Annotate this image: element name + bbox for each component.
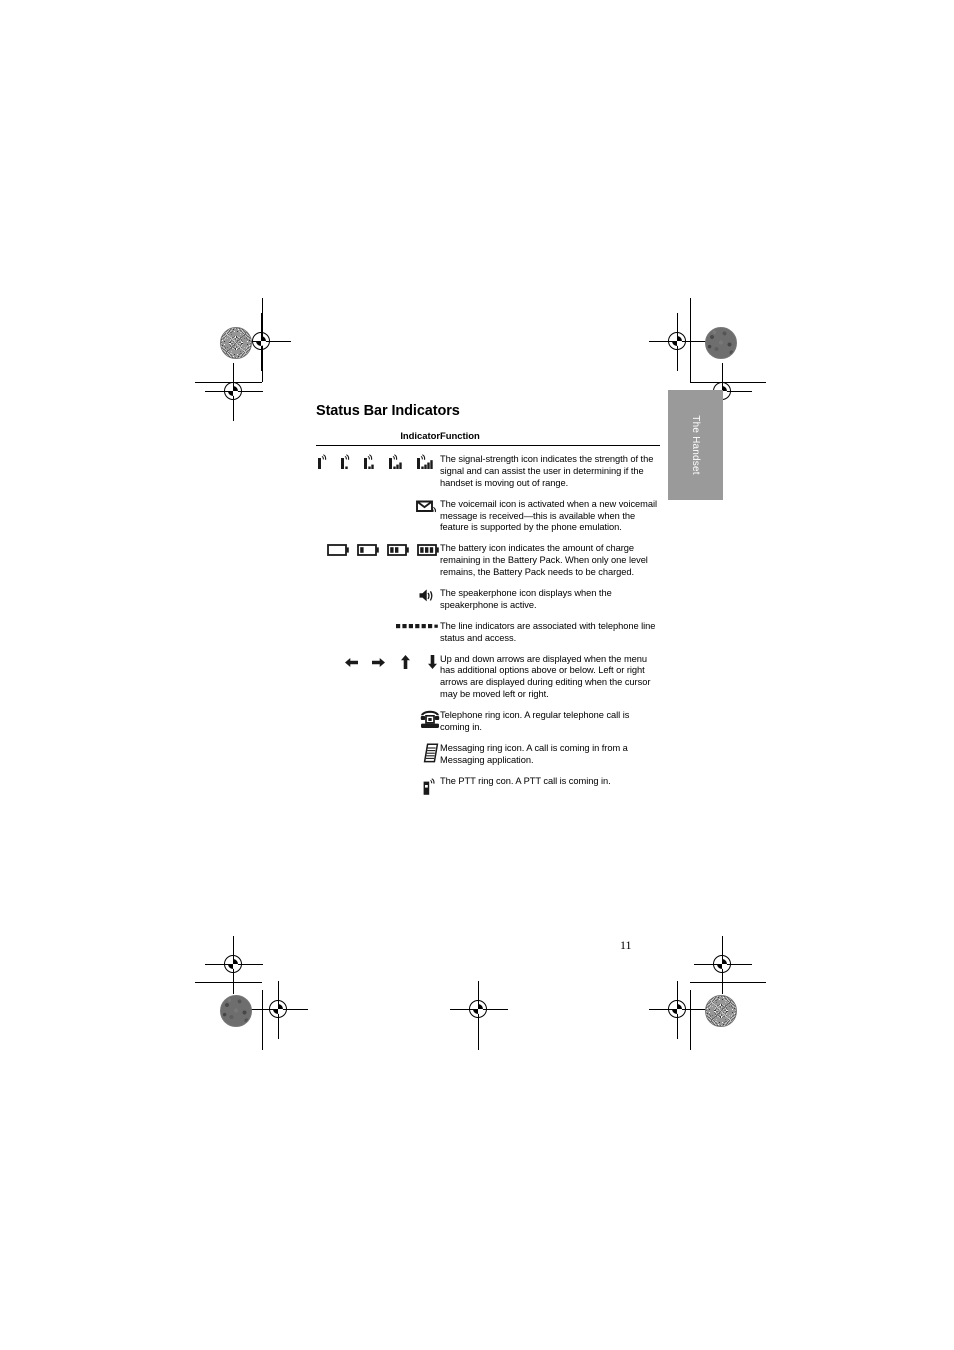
page-content: Status Bar Indicators Indicator Function <box>316 403 660 800</box>
page-title: Status Bar Indicators <box>316 403 460 419</box>
side-tab-label: The Handset <box>690 415 701 475</box>
cell-indicator-line-indicators <box>316 612 440 645</box>
crop-line-bottom-left-horizontal <box>195 982 262 983</box>
cell-function-signal-strength: The signal-strength icon indicates the s… <box>440 453 654 488</box>
arrow-up-icon <box>398 654 413 670</box>
table-row: The battery icon indicates the amount of… <box>316 534 660 579</box>
cell-function-battery: The battery icon indicates the amount of… <box>440 543 648 578</box>
line-indicator-icon-group <box>396 621 440 631</box>
table-row: Telephone ring icon. A regular telephone… <box>316 701 660 734</box>
table-row: The speakerphone icon displays when the … <box>316 579 660 612</box>
ptt-ring-icon <box>422 776 440 796</box>
speakerphone-icon <box>418 588 440 603</box>
cell-indicator-speakerphone <box>316 579 440 612</box>
registration-mark-top-right-inner <box>649 313 707 371</box>
cell-function-telephone-ring: Telephone ring icon. A regular telephone… <box>440 710 630 732</box>
page-number: 11 <box>620 938 632 952</box>
status-bar-indicator-table: Indicator Function The signal-strength i… <box>316 430 660 800</box>
table-row: The line indicators are associated with … <box>316 612 660 645</box>
table-header-row: Indicator Function <box>316 430 660 446</box>
signal-strength-icon-0-bars <box>317 454 333 471</box>
column-header-function: Function <box>440 430 660 446</box>
line-indicator-icon <box>396 621 440 631</box>
halftone-density-bottom-left <box>220 995 252 1027</box>
registration-mark-bottom-center <box>450 981 508 1039</box>
speakerphone-icon-group <box>418 588 440 603</box>
arrow-down-icon <box>425 654 440 670</box>
messaging-ring-icon <box>422 743 440 763</box>
side-thumb-tab: The Handset <box>668 390 723 500</box>
cell-function-voicemail: The voicemail icon is activated when a n… <box>440 498 658 533</box>
arrow-icons <box>344 654 440 670</box>
signal-strength-icon-3-bars <box>388 454 409 471</box>
voicemail-icon <box>416 499 440 516</box>
ptt-ring-icon-group <box>422 776 440 796</box>
arrow-left-icon <box>344 655 359 670</box>
cell-function-line-indicators: The line indicators are associated with … <box>440 620 656 643</box>
column-header-indicator: Indicator <box>316 430 440 446</box>
cell-indicator-ptt-ring <box>316 767 440 800</box>
cell-function-speakerphone: The speakerphone icon displays when the … <box>440 587 612 610</box>
cell-function-arrows: Up and down arrows are displayed when th… <box>440 653 651 700</box>
telephone-ring-icon <box>420 710 440 729</box>
halftone-density-top-right <box>705 327 737 359</box>
signal-strength-icon-1-bar <box>340 454 356 471</box>
cell-indicator-voicemail <box>316 490 440 535</box>
battery-icons <box>327 543 440 557</box>
signal-strength-icon-2-bars <box>363 454 381 471</box>
registration-mark-bottom-left-inner <box>250 981 308 1039</box>
table-row: Messaging ring icon. A call is coming in… <box>316 734 660 767</box>
signal-strength-icon-4-bars <box>416 454 440 471</box>
arrow-right-icon <box>371 655 386 670</box>
telephone-ring-icon-group <box>420 710 440 729</box>
battery-icon-one-bar <box>357 543 380 557</box>
table-row: The signal-strength icon indicates the s… <box>316 445 660 489</box>
cell-indicator-arrows <box>316 645 440 702</box>
table-row: The voicemail icon is activated when a n… <box>316 490 660 535</box>
battery-icon-three-bars <box>417 543 440 557</box>
cell-indicator-signal-strength <box>316 445 440 489</box>
signal-strength-icons <box>317 454 440 471</box>
voicemail-icon-group <box>416 499 440 516</box>
table-row: Up and down arrows are displayed when th… <box>316 645 660 702</box>
registration-mark-top-left-outer <box>205 363 263 421</box>
battery-icon-empty <box>327 543 350 557</box>
crop-line-bottom-right-horizontal <box>690 982 766 983</box>
printed-page: The Handset Status Bar Indicators Indica… <box>0 0 954 1350</box>
cell-indicator-messaging-ring <box>316 734 440 767</box>
table-row: The PTT ring con. A PTT call is coming i… <box>316 767 660 800</box>
registration-mark-bottom-right-outer <box>694 936 752 994</box>
halftone-starburst-bottom-right <box>705 995 737 1027</box>
battery-icon-two-bars <box>387 543 410 557</box>
registration-mark-bottom-left-outer <box>205 936 263 994</box>
cell-function-messaging-ring: Messaging ring icon. A call is coming in… <box>440 742 628 765</box>
cell-function-ptt-ring: The PTT ring con. A PTT call is coming i… <box>440 775 611 786</box>
messaging-ring-icon-group <box>422 743 440 763</box>
cell-indicator-battery <box>316 534 440 579</box>
halftone-starburst-top-left <box>220 327 252 359</box>
registration-mark-bottom-right-inner <box>649 981 707 1039</box>
cell-indicator-telephone-ring <box>316 701 440 734</box>
